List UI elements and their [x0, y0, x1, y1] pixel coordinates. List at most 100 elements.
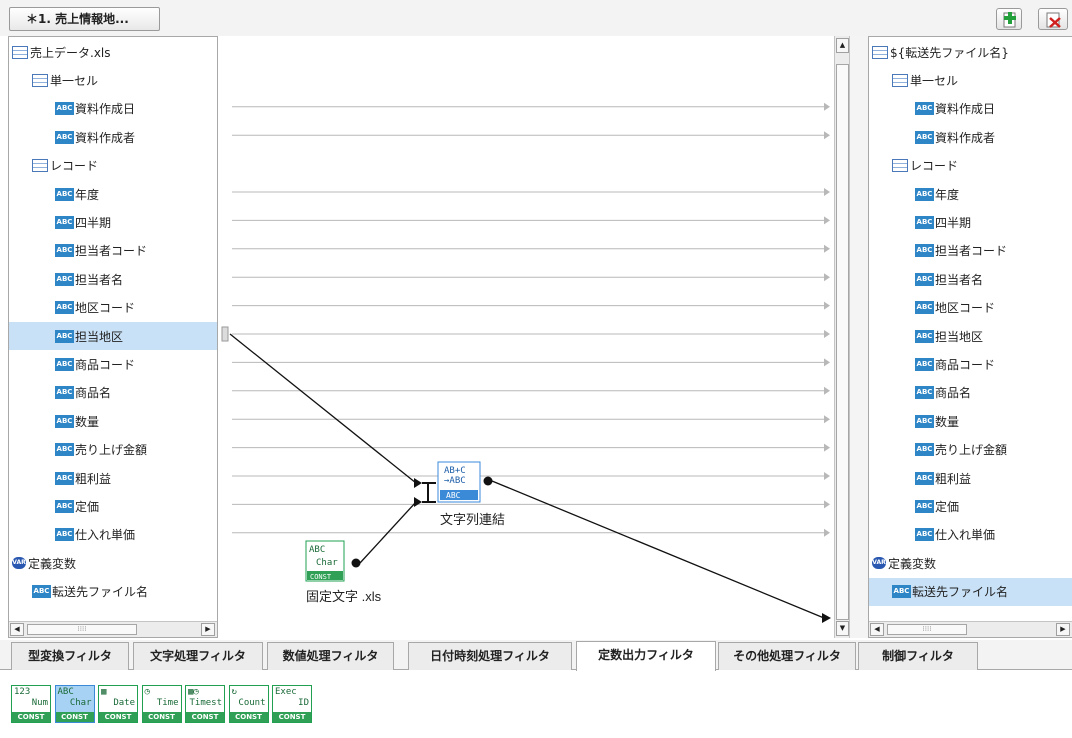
variable-icon: VAR: [12, 557, 26, 570]
document-tab[interactable]: ＊1. 売上情報地...: [9, 7, 160, 31]
tile-text: CONST: [229, 712, 268, 722]
tree-item[interactable]: ABC 転送先ファイル名: [869, 577, 1072, 606]
tree-item[interactable]: ABC 四半期: [869, 208, 1072, 236]
filter-tab[interactable]: 数値処理フィルタ: [267, 642, 394, 670]
tree-item-label: レコード: [910, 159, 959, 174]
abc-field-icon: ABC: [915, 471, 934, 485]
tree-item[interactable]: ABC 商品名: [869, 379, 1072, 407]
tree-item[interactable]: ABC 担当地区: [869, 322, 1072, 350]
abc-field-icon: ABC: [915, 102, 934, 116]
scroll-thumb[interactable]: ⁞⁞⁞⁞: [27, 624, 137, 635]
tree-root[interactable]: ${転送先ファイル名}: [869, 38, 1072, 66]
tree-item[interactable]: ABC 地区コード: [869, 294, 1072, 322]
filter-tab[interactable]: その他処理フィルタ: [718, 642, 856, 670]
scroll-up-icon[interactable]: ▲: [836, 38, 849, 53]
const-palette-tile[interactable]: ABC Char CONST: [54, 685, 95, 723]
tree-item[interactable]: ABC 定価: [869, 492, 1072, 520]
tree-item-label: 定価: [75, 499, 100, 514]
abc-field-icon: ABC: [55, 130, 74, 144]
node-icon-text: ABC: [309, 545, 325, 555]
source-tree-panel: 売上データ.xls 単一セル ABC 資料作成日 ABC 資料作成者 レコード ABC 年度 AB…: [8, 36, 218, 638]
filter-tab[interactable]: 型変換フィルタ: [11, 642, 129, 670]
tree-item-label: 四半期: [75, 215, 112, 230]
filter-tab[interactable]: 文字処理フィルタ: [133, 642, 263, 670]
tree-item[interactable]: ABC 定価: [9, 492, 217, 520]
const-node-label: 固定文字 .xls: [306, 589, 382, 604]
tile-text: Exec: [275, 687, 297, 697]
filter-tab[interactable]: 日付時刻処理フィルタ: [408, 642, 572, 670]
abc-field-icon: ABC: [55, 187, 74, 201]
add-button[interactable]: [996, 8, 1022, 30]
tree-item[interactable]: ABC 資料作成日: [9, 95, 217, 123]
tree-group-variables[interactable]: VAR 定義変数: [869, 549, 1072, 577]
left-horizontal-scrollbar[interactable]: ◀ ⁞⁞⁞⁞ ▶: [9, 621, 217, 637]
tree-item[interactable]: ABC 担当者名: [9, 265, 217, 293]
tree-root[interactable]: 売上データ.xls: [9, 38, 217, 66]
scroll-thumb[interactable]: ⁞⁞⁞⁞: [887, 624, 967, 635]
scroll-thumb[interactable]: [836, 64, 849, 620]
table-icon: [32, 159, 48, 173]
tree-item[interactable]: ABC 年度: [869, 180, 1072, 208]
scroll-left-icon[interactable]: ◀: [870, 623, 884, 636]
tree-item[interactable]: ABC 担当者名: [869, 265, 1072, 293]
scroll-left-icon[interactable]: ◀: [10, 623, 24, 636]
delete-button[interactable]: [1038, 8, 1068, 30]
tree-item[interactable]: ABC 地区コード: [9, 294, 217, 322]
tree-item[interactable]: ABC 売り上げ金額: [9, 436, 217, 464]
mapping-canvas[interactable]: AB+C →ABC ABC 文字列連結 ABC Char CONST 固定文字 .xls: [218, 36, 834, 638]
node-icon-text: Char: [316, 558, 338, 568]
tree-item[interactable]: ABC 資料作成者: [869, 123, 1072, 151]
tree-group[interactable]: 単一セル: [869, 66, 1072, 94]
tree-item[interactable]: ABC 年度: [9, 180, 217, 208]
scroll-right-icon[interactable]: ▶: [1056, 623, 1070, 636]
canvas-vertical-scrollbar[interactable]: ▲ ▼: [834, 36, 850, 638]
tree-group[interactable]: 単一セル: [9, 66, 217, 94]
tree-item[interactable]: ABC 数量: [869, 407, 1072, 435]
tree-item[interactable]: ABC 商品コード: [869, 350, 1072, 378]
abc-field-icon: ABC: [915, 499, 934, 513]
tree-item[interactable]: ABC 売り上げ金額: [869, 436, 1072, 464]
tree-item[interactable]: ABC 担当者コード: [869, 237, 1072, 265]
filter-tab[interactable]: 定数出力フィルタ: [576, 641, 716, 671]
tree-item[interactable]: ABC 担当地区: [9, 322, 217, 350]
target-tree-panel: ${転送先ファイル名} 単一セル ABC 資料作成日 ABC 資料作成者 レコード ABC 年度…: [868, 36, 1072, 638]
tree-item[interactable]: ABC 四半期: [9, 208, 217, 236]
tree-item[interactable]: ABC 仕入れ単価: [869, 521, 1072, 549]
tile-text: CONST: [273, 712, 311, 722]
abc-field-icon: ABC: [892, 585, 911, 599]
tree-group[interactable]: レコード: [9, 152, 217, 180]
arrow-head-icon: [824, 415, 830, 424]
tree-item[interactable]: ABC 商品コード: [9, 350, 217, 378]
const-palette-tile[interactable]: ▦◷ Timest CONST: [185, 685, 225, 723]
const-palette-tile[interactable]: Exec ID CONST: [272, 685, 312, 723]
tree-item[interactable]: ABC 粗利益: [9, 464, 217, 492]
const-palette-tile[interactable]: ↻ Count CONST: [228, 685, 269, 723]
tree-item[interactable]: ABC 商品名: [9, 379, 217, 407]
filter-tab[interactable]: 制御フィルタ: [858, 642, 978, 670]
tile-text: ▦◷: [188, 687, 199, 697]
table-icon: [892, 159, 908, 173]
tree-item[interactable]: ABC 転送先ファイル名: [9, 578, 217, 606]
tree-group-variables[interactable]: VAR 定義変数: [9, 549, 217, 577]
tree-item[interactable]: ABC 粗利益: [869, 464, 1072, 492]
tree-item[interactable]: ABC 資料作成日: [869, 95, 1072, 123]
add-document-icon: [1003, 12, 1016, 28]
scroll-down-icon[interactable]: ▼: [836, 621, 849, 636]
output-port: [351, 558, 361, 568]
const-palette-tile[interactable]: ▦ Date CONST: [98, 685, 138, 723]
tree-item[interactable]: ABC 担当者コード: [9, 237, 217, 265]
tree-item[interactable]: ABC 数量: [9, 407, 217, 435]
tree-item[interactable]: ABC 仕入れ単価: [9, 521, 217, 549]
const-palette-tile[interactable]: ◷ Time CONST: [141, 685, 182, 723]
panel-splitter[interactable]: [850, 36, 868, 638]
const-palette-tile[interactable]: 123 Num CONST: [11, 685, 51, 723]
right-horizontal-scrollbar[interactable]: ◀ ⁞⁞⁞⁞ ▶: [869, 621, 1072, 637]
scroll-right-icon[interactable]: ▶: [201, 623, 215, 636]
abc-field-icon: ABC: [55, 499, 74, 513]
tile-text: CONST: [142, 712, 181, 722]
tree-item-label: 資料作成日: [935, 102, 996, 117]
tree-group[interactable]: レコード: [869, 152, 1072, 180]
arrow-head-icon: [824, 102, 830, 111]
tree-item[interactable]: ABC 資料作成者: [9, 123, 217, 151]
tree-item-label: 商品名: [935, 386, 972, 401]
